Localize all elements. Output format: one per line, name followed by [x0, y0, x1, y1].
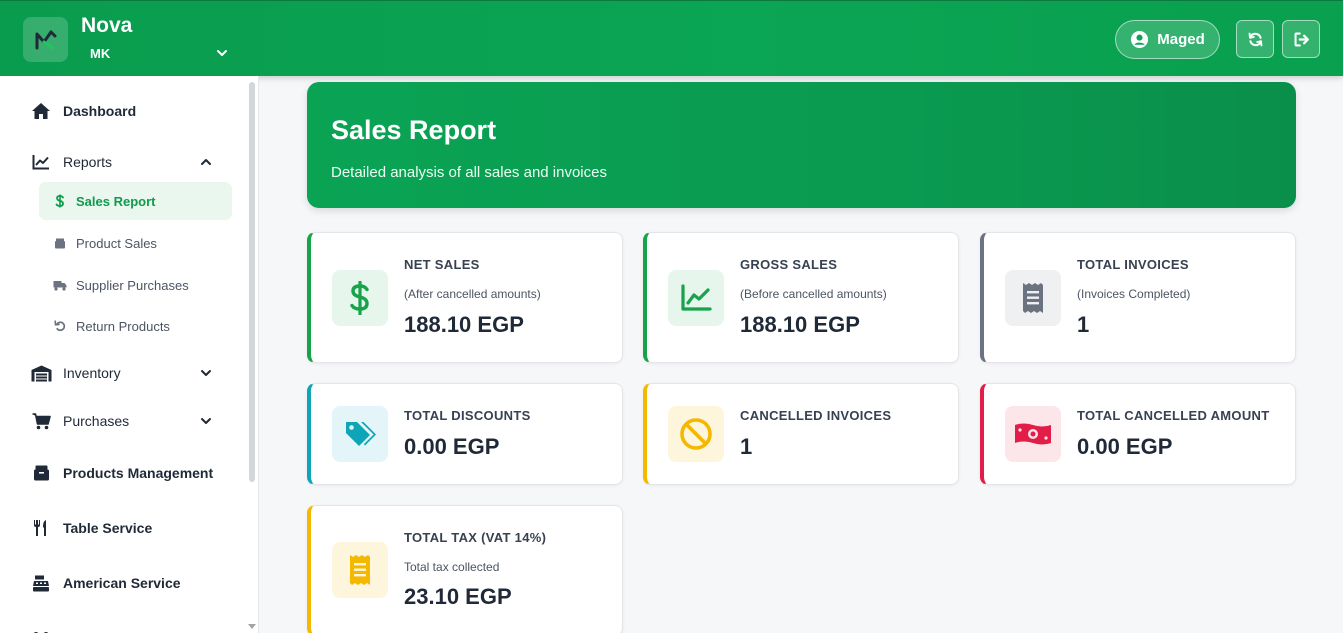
stat-card-total-tax: TOTAL TAX (VAT 14%) Total tax collected … [307, 505, 623, 633]
stat-card-net-sales: NET SALES (After cancelled amounts) 188.… [307, 232, 623, 363]
sidebar-item-label: Table Service [63, 520, 153, 536]
stat-card-subtitle: Total tax collected [404, 560, 500, 574]
undo-icon [53, 319, 67, 333]
brand-name: Nova [81, 14, 133, 37]
tags-icon [332, 406, 388, 462]
sidebar-item-products-management[interactable]: Products Management [30, 462, 213, 484]
partially-hidden-icon [32, 627, 50, 633]
sidebar-subitem-label: Sales Report [76, 193, 156, 209]
stat-card-total-discounts: TOTAL DISCOUNTS 0.00 EGP [307, 383, 623, 485]
sidebar-item-label: Purchases [63, 413, 130, 429]
stat-card-subtitle: (Invoices Completed) [1077, 287, 1191, 301]
stat-card-title: TOTAL DISCOUNTS [404, 408, 531, 423]
page-header-banner: Sales Report Detailed analysis of all sa… [307, 82, 1296, 208]
cash-register-icon [30, 572, 52, 594]
sidebar-item-reports[interactable]: Reports [30, 151, 112, 173]
sidebar-item-dashboard[interactable]: Dashboard [30, 100, 136, 122]
top-header: Nova MK Maged [0, 0, 1343, 76]
brand-logo-icon [35, 30, 56, 49]
chevron-down-icon[interactable] [215, 46, 229, 60]
user-profile-button[interactable]: Maged [1115, 20, 1220, 59]
receipt-icon [1005, 270, 1061, 326]
dollar-icon [332, 270, 388, 326]
sidebar-item-label: Dashboard [63, 103, 137, 119]
sidebar-subitem-sales-report[interactable]: Sales Report [39, 182, 232, 220]
sidebar-item-purchases[interactable]: Purchases [30, 410, 129, 432]
sidebar-subitem-label: Return Products [76, 318, 170, 334]
box-icon [30, 462, 52, 484]
file-invoice-icon [332, 542, 388, 598]
stat-card-value: 1 [740, 434, 753, 459]
chevron-down-icon[interactable] [199, 366, 213, 380]
sidebar-item-inventory[interactable]: Inventory [30, 362, 121, 384]
stat-card-value: 188.10 EGP [740, 312, 860, 337]
sidebar-subitem-supplier-purchases[interactable]: Supplier Purchases [39, 266, 232, 304]
branch-selector-label[interactable]: MK [90, 46, 110, 61]
stat-card-value: 188.10 EGP [404, 312, 524, 337]
sidebar-item-table-service[interactable]: Table Service [30, 517, 152, 539]
sidebar-subitem-product-sales[interactable]: Product Sales [39, 224, 232, 262]
sidebar-item-label: American Service [63, 575, 181, 591]
stat-card-title: CANCELLED INVOICES [740, 408, 892, 423]
ban-icon [668, 406, 724, 462]
stat-card-title: TOTAL CANCELLED AMOUNT [1077, 408, 1270, 423]
sidebar-item-label: Reports [63, 154, 113, 170]
sidebar-subitem-label: Supplier Purchases [76, 277, 189, 293]
user-circle-icon [1131, 30, 1149, 49]
truck-icon [53, 278, 67, 292]
box-icon [53, 236, 67, 250]
scroll-down-arrow-icon[interactable] [248, 624, 256, 629]
chart-line-icon [30, 151, 52, 173]
logout-icon [1294, 32, 1309, 46]
stat-card-cancelled-invoices: CANCELLED INVOICES 1 [643, 383, 959, 485]
money-bill-icon [1005, 406, 1061, 462]
brand-logo[interactable] [23, 17, 68, 62]
refresh-button[interactable] [1236, 20, 1274, 58]
sidebar-scrollbar[interactable] [249, 82, 255, 482]
utensils-icon [30, 517, 52, 539]
stat-card-subtitle: (Before cancelled amounts) [740, 287, 887, 301]
stat-card-title: NET SALES [404, 257, 480, 272]
stat-card-total-cancelled-amount: TOTAL CANCELLED AMOUNT 0.00 EGP [980, 383, 1296, 485]
refresh-icon [1248, 32, 1262, 46]
chart-line-icon [668, 270, 724, 326]
stat-card-value: 23.10 EGP [404, 584, 512, 609]
sidebar-subitem-return-products[interactable]: Return Products [39, 307, 232, 345]
stat-card-subtitle: (After cancelled amounts) [404, 287, 541, 301]
page-title: Sales Report [331, 115, 497, 145]
chevron-up-icon[interactable] [199, 155, 213, 169]
stat-card-title: TOTAL INVOICES [1077, 257, 1189, 272]
logout-button[interactable] [1282, 20, 1320, 58]
stat-card-title: TOTAL TAX (VAT 14%) [404, 530, 547, 545]
warehouse-icon [30, 362, 52, 384]
stat-card-value: 0.00 EGP [1077, 434, 1173, 459]
stat-card-gross-sales: GROSS SALES (Before cancelled amounts) 1… [643, 232, 959, 363]
stat-card-title: GROSS SALES [740, 257, 838, 272]
page-subtitle: Detailed analysis of all sales and invoi… [331, 164, 607, 181]
stat-card-value: 0.00 EGP [404, 434, 500, 459]
sidebar: Dashboard Reports Sales Report Product S… [0, 76, 259, 633]
sidebar-item-label: Products Management [63, 465, 214, 481]
dollar-icon [53, 194, 67, 208]
sidebar-item-american-service[interactable]: American Service [30, 572, 181, 594]
cart-icon [30, 410, 52, 432]
home-icon [30, 100, 52, 122]
stat-card-value: 1 [1077, 312, 1090, 337]
chevron-down-icon[interactable] [199, 414, 213, 428]
user-name: Maged [1157, 31, 1205, 48]
stat-card-total-invoices: TOTAL INVOICES (Invoices Completed) 1 [980, 232, 1296, 363]
sidebar-item-label: Inventory [63, 365, 121, 381]
sidebar-subitem-label: Product Sales [76, 235, 157, 251]
